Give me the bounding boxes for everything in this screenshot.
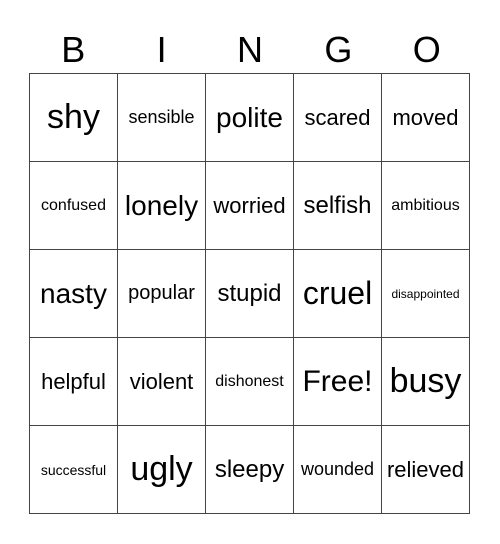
bingo-cell[interactable]: selfish [293, 161, 382, 250]
bingo-cell[interactable]: moved [381, 73, 470, 162]
bingo-cell[interactable]: violent [117, 337, 206, 426]
bingo-grid: shy sensible polite scared moved confuse… [29, 73, 470, 514]
bingo-cell[interactable]: relieved [381, 425, 470, 514]
bingo-cell[interactable]: shy [29, 73, 118, 162]
bingo-cell[interactable]: scared [293, 73, 382, 162]
grid-row: nasty popular stupid cruel disappointed [29, 249, 470, 338]
grid-row: helpful violent dishonest Free! busy [29, 337, 470, 426]
bingo-header: B I N G O [29, 30, 471, 70]
bingo-cell[interactable]: confused [29, 161, 118, 250]
bingo-cell[interactable]: cruel [293, 249, 382, 338]
bingo-cell[interactable]: stupid [205, 249, 294, 338]
bingo-cell[interactable]: sensible [117, 73, 206, 162]
bingo-cell[interactable]: sleepy [205, 425, 294, 514]
header-letter-i: I [156, 29, 167, 70]
bingo-cell[interactable]: busy [381, 337, 470, 426]
bingo-cell[interactable]: popular [117, 249, 206, 338]
bingo-cell[interactable]: nasty [29, 249, 118, 338]
bingo-cell[interactable]: helpful [29, 337, 118, 426]
grid-row: confused lonely worried selfish ambitiou… [29, 161, 470, 250]
bingo-cell[interactable]: lonely [117, 161, 206, 250]
header-letter-b: B [61, 29, 86, 70]
bingo-cell[interactable]: dishonest [205, 337, 294, 426]
free-cell[interactable]: Free! [293, 337, 382, 426]
bingo-cell[interactable]: worried [205, 161, 294, 250]
header-letter-n: N [236, 29, 263, 70]
grid-row: shy sensible polite scared moved [29, 73, 470, 162]
header-letter-o: O [412, 29, 441, 70]
header-letter-g: G [324, 29, 353, 70]
bingo-cell[interactable]: ambitious [381, 161, 470, 250]
bingo-cell[interactable]: ugly [117, 425, 206, 514]
bingo-cell[interactable]: successful [29, 425, 118, 514]
bingo-cell[interactable]: wounded [293, 425, 382, 514]
bingo-cell[interactable]: disappointed [381, 249, 470, 338]
grid-row: successful ugly sleepy wounded relieved [29, 425, 470, 514]
bingo-cell[interactable]: polite [205, 73, 294, 162]
